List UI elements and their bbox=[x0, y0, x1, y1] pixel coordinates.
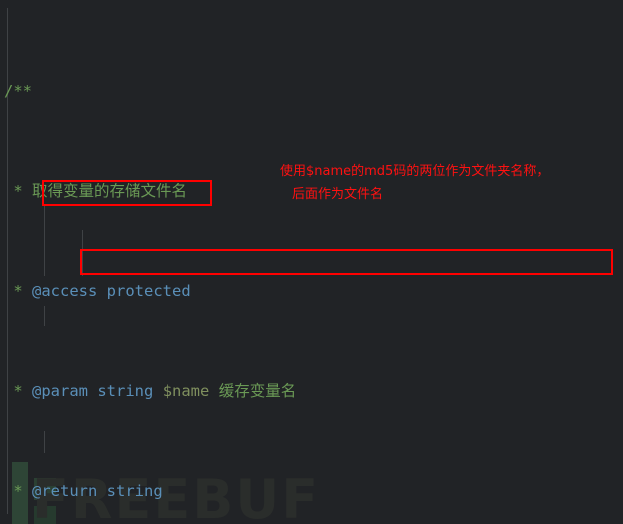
doc-tag-access-value: protected bbox=[106, 282, 191, 300]
code-line-1: /** bbox=[4, 79, 623, 104]
doc-param-type: string bbox=[97, 382, 154, 400]
code-line-3: * @access protected bbox=[4, 279, 623, 304]
docblock-star: * bbox=[4, 482, 32, 500]
code-screenshot: FREEBUF /** * 取得变量的存储文件名 * @access prote… bbox=[0, 0, 623, 524]
doc-tag-param: @param bbox=[32, 382, 88, 400]
code-line-4: * @param string $name 缓存变量名 bbox=[4, 379, 623, 404]
code-line-5: * @return string bbox=[4, 479, 623, 504]
docblock-star: * bbox=[4, 382, 32, 400]
doc-tag-access: @access bbox=[32, 282, 98, 300]
docblock-title: 取得变量的存储文件名 bbox=[32, 182, 188, 200]
md5-folder-note-line2: 后面作为文件名 bbox=[292, 187, 384, 202]
doc-param-var: $name bbox=[162, 382, 210, 400]
docblock-star: * bbox=[4, 282, 32, 300]
doc-tag-return: @return bbox=[32, 482, 98, 500]
md5-folder-note-line1: 使用$name的md5码的两位作为文件夹名称， bbox=[280, 164, 550, 179]
docblock-star: * bbox=[4, 182, 32, 200]
doc-param-desc: 缓存变量名 bbox=[218, 382, 297, 400]
code-block[interactable]: /** * 取得变量的存储文件名 * @access protected * @… bbox=[0, 0, 623, 524]
docblock-open: /** bbox=[4, 82, 32, 100]
doc-return-type: string bbox=[106, 482, 163, 500]
